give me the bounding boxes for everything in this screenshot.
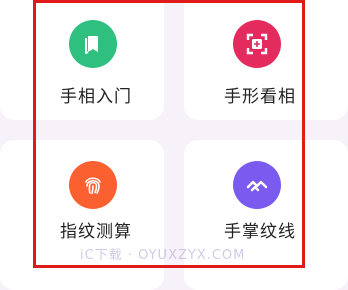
book-icon[interactable] (69, 20, 117, 68)
fingerprint-icon[interactable] (69, 161, 117, 209)
palmistry-intro-label: 手相入门 (60, 87, 132, 107)
palm-lines-label: 手掌纹线 (224, 222, 296, 242)
hand-shape-label: 手形看相 (224, 87, 296, 107)
fingerprint-label: 指纹测算 (60, 222, 132, 242)
palm-lines-icon[interactable] (233, 161, 281, 209)
palm-frame-icon[interactable] (233, 20, 281, 68)
